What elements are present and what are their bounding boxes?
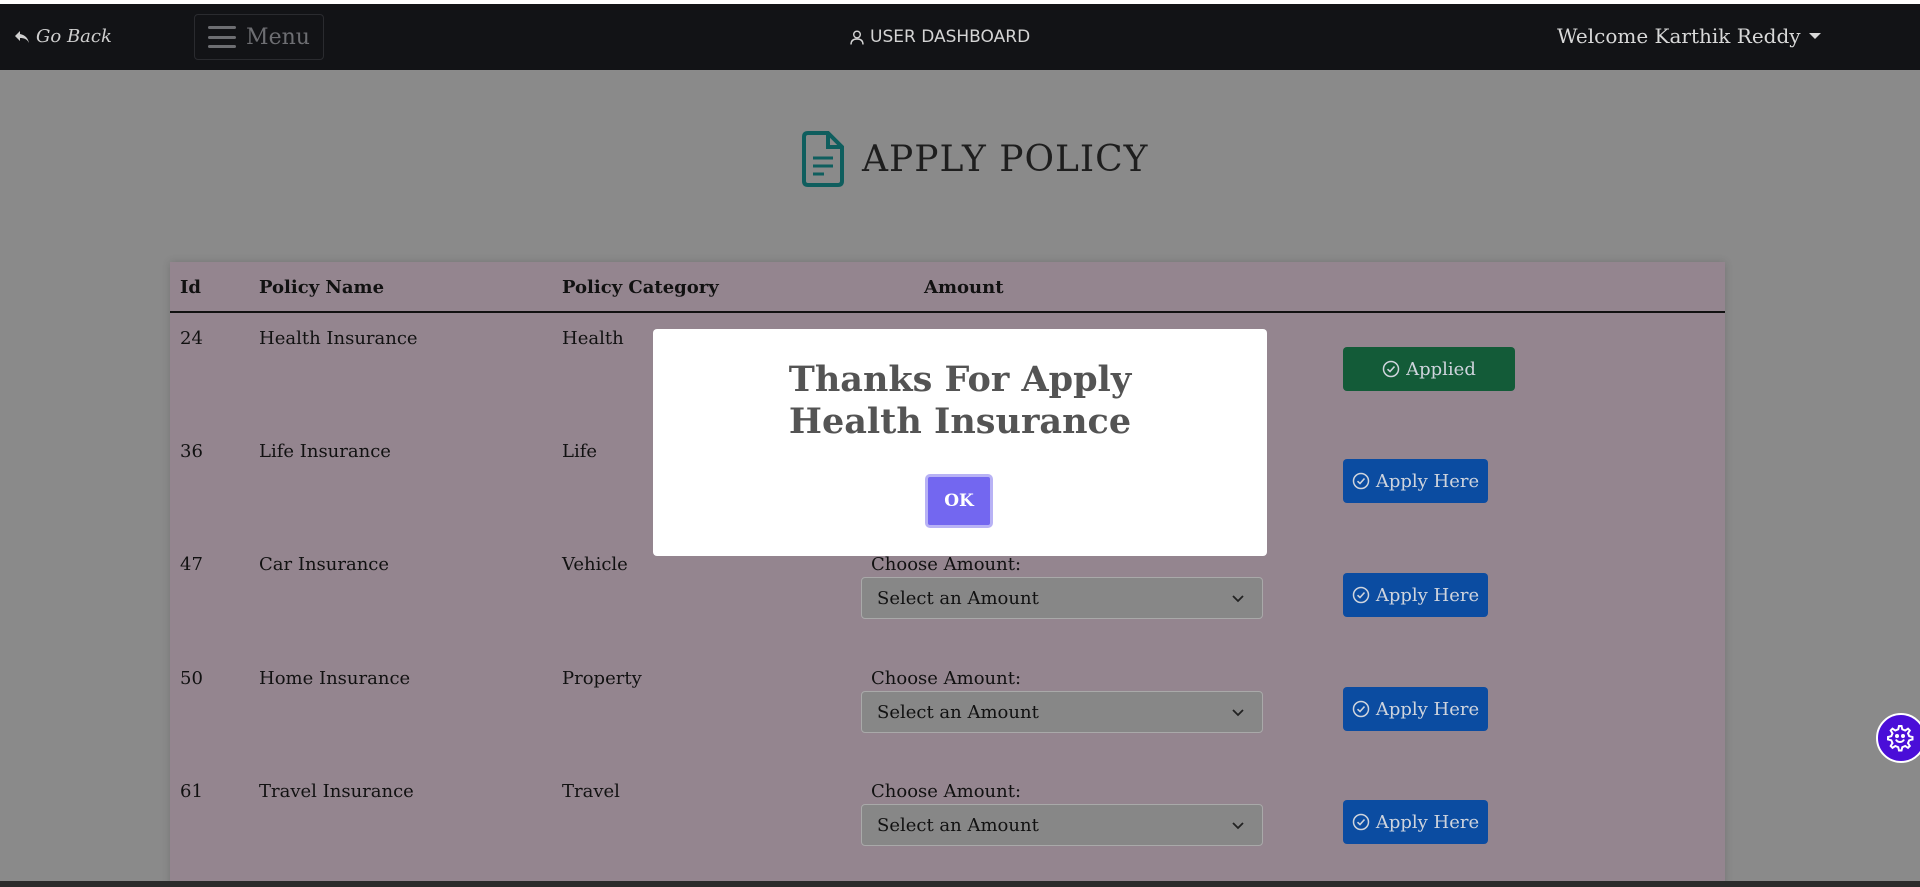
amount-select[interactable]: Select an Amount	[861, 691, 1263, 733]
dashboard-title: USER DASHBOARD	[850, 27, 1030, 47]
row-id: 36	[180, 441, 203, 462]
top-navbar: Go Back Menu USER DASHBOARD Welcome Kart…	[0, 4, 1920, 70]
apply-here-button[interactable]: Apply Here	[1343, 687, 1488, 731]
go-back-link[interactable]: Go Back	[14, 26, 112, 47]
row-policy-category: Travel	[562, 781, 620, 802]
apply-here-button[interactable]: Apply Here	[1343, 800, 1488, 844]
chevron-down-icon	[1232, 822, 1244, 830]
row-policy-category: Life	[562, 441, 598, 462]
dashboard-label: USER DASHBOARD	[870, 27, 1031, 47]
success-modal: Thanks For Apply Health Insurance OK	[653, 329, 1267, 556]
amount-select-value: Select an Amount	[877, 587, 1039, 609]
amount-select-value: Select an Amount	[877, 814, 1039, 836]
reply-arrow-icon	[15, 30, 29, 43]
row-policy-name: Travel Insurance	[259, 781, 414, 802]
applied-button[interactable]: Applied	[1343, 347, 1515, 391]
row-policy-name: Home Insurance	[259, 668, 411, 689]
user-icon	[850, 30, 864, 45]
page-heading: APPLY POLICY	[800, 130, 1148, 188]
table-row: 61 Travel Insurance Travel Choose Amount…	[170, 764, 1725, 877]
row-policy-category: Property	[562, 668, 642, 689]
apply-here-label: Apply Here	[1375, 584, 1480, 606]
choose-amount-label: Choose Amount:	[871, 554, 1022, 575]
apply-here-label: Apply Here	[1375, 470, 1480, 492]
row-policy-name: Car Insurance	[259, 554, 390, 575]
header-policy-name: Policy Name	[259, 277, 385, 298]
row-policy-category: Vehicle	[562, 554, 628, 575]
row-policy-category: Health	[562, 328, 624, 349]
page-title: APPLY POLICY	[862, 138, 1149, 180]
check-circle-icon	[1352, 700, 1370, 718]
apply-here-label: Apply Here	[1375, 698, 1480, 720]
choose-amount-label: Choose Amount:	[871, 781, 1022, 802]
hamburger-icon	[208, 26, 237, 48]
chevron-down-icon	[1232, 709, 1244, 717]
modal-title-line1: Thanks For Apply	[788, 359, 1132, 400]
check-circle-icon	[1352, 813, 1370, 831]
user-dropdown[interactable]: Welcome Karthik Reddy	[1557, 24, 1821, 48]
menu-label: Menu	[246, 24, 310, 50]
check-circle-icon	[1352, 586, 1370, 604]
choose-amount-label: Choose Amount:	[871, 668, 1022, 689]
applied-label: Applied	[1406, 358, 1476, 380]
apply-here-label: Apply Here	[1375, 811, 1480, 833]
amount-select-value: Select an Amount	[877, 701, 1039, 723]
row-id: 24	[180, 328, 203, 349]
row-id: 47	[180, 554, 203, 575]
modal-title: Thanks For Apply Health Insurance	[653, 359, 1267, 443]
go-back-label: Go Back	[36, 26, 112, 47]
row-id: 61	[180, 781, 203, 802]
welcome-label: Welcome Karthik Reddy	[1557, 24, 1801, 48]
gear-icon	[1887, 725, 1914, 752]
row-policy-name: Health Insurance	[259, 328, 418, 349]
table-header: Id Policy Name Policy Category Amount	[170, 262, 1725, 313]
row-id: 50	[180, 668, 203, 689]
menu-button[interactable]: Menu	[194, 14, 324, 60]
header-amount: Amount	[924, 277, 1004, 298]
row-policy-name: Life Insurance	[259, 441, 391, 462]
chevron-down-icon	[1232, 595, 1244, 603]
amount-select[interactable]: Select an Amount	[861, 577, 1263, 619]
header-id: Id	[180, 277, 202, 298]
apply-here-button[interactable]: Apply Here	[1343, 459, 1488, 503]
check-circle-icon	[1382, 360, 1400, 378]
caret-down-icon	[1808, 33, 1821, 39]
check-circle-icon	[1352, 472, 1370, 490]
amount-select[interactable]: Select an Amount	[861, 804, 1263, 846]
settings-button[interactable]	[1876, 713, 1920, 763]
apply-here-button[interactable]: Apply Here	[1343, 573, 1488, 617]
document-icon	[802, 131, 844, 187]
bottom-strip	[0, 881, 1920, 887]
header-policy-category: Policy Category	[562, 277, 719, 298]
ok-button[interactable]: OK	[925, 474, 993, 528]
table-row: 50 Home Insurance Property Choose Amount…	[170, 651, 1725, 764]
modal-title-line2: Health Insurance	[788, 401, 1132, 442]
